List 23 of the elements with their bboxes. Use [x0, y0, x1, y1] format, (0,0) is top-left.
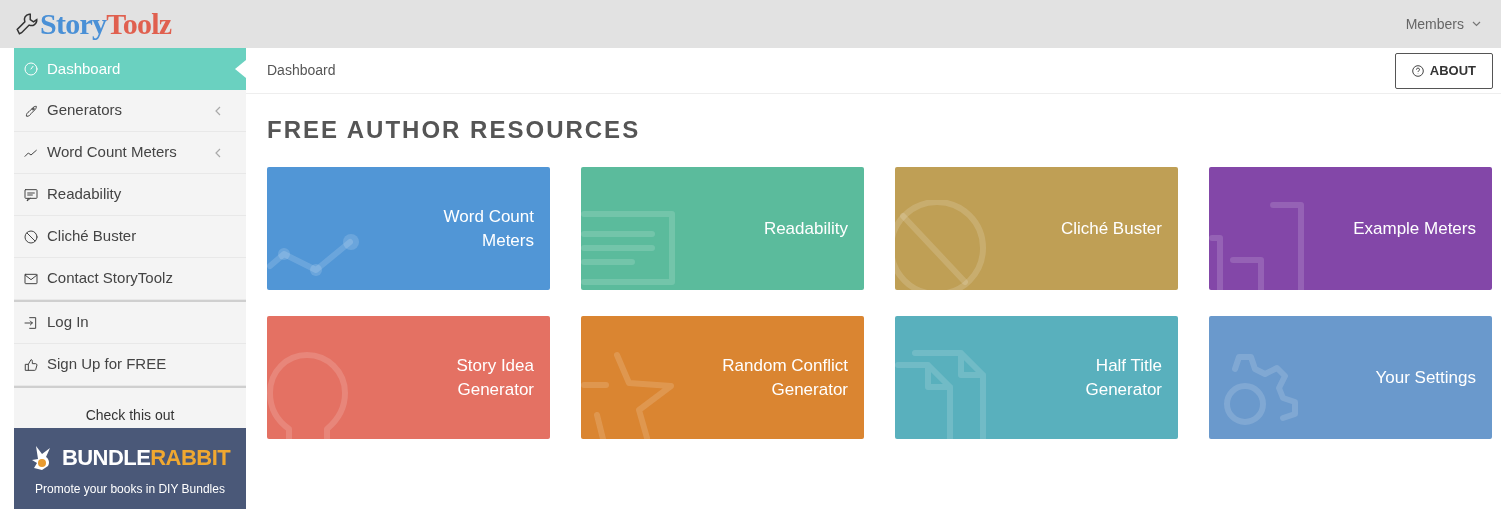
ban-icon — [23, 228, 39, 245]
page-heading: FREE AUTHOR RESOURCES — [266, 118, 642, 142]
chevron-left-icon — [214, 105, 222, 116]
resource-tile[interactable]: Story Idea Generator — [267, 316, 550, 439]
breadcrumb[interactable]: Dashboard — [267, 60, 336, 81]
promo-logo-text: BUNDLERABBIT — [61, 447, 231, 469]
chevron-down-icon — [1472, 21, 1481, 27]
resource-tile[interactable]: Example Meters — [1209, 167, 1492, 290]
gauge-icon — [23, 61, 39, 77]
promo-banner[interactable]: BUNDLERABBIT Promote your books in DIY Bundles — [14, 428, 246, 509]
wrench-icon — [14, 11, 40, 37]
help-icon — [1411, 64, 1424, 77]
about-button[interactable]: ABOUT — [1394, 52, 1493, 89]
promo-heading: Check this out — [85, 406, 175, 425]
active-pointer — [235, 60, 246, 78]
promo-tagline: Promote your books in DIY Bundles — [35, 481, 225, 498]
login-icon — [23, 314, 39, 331]
chevron-left-icon — [214, 147, 222, 158]
resource-tile[interactable]: Word Count Meters — [267, 167, 550, 290]
lightbulb-icon — [267, 349, 349, 439]
thumbs-up-icon — [23, 356, 39, 373]
comment-icon — [23, 186, 39, 203]
members-menu[interactable]: Members — [1405, 13, 1481, 35]
